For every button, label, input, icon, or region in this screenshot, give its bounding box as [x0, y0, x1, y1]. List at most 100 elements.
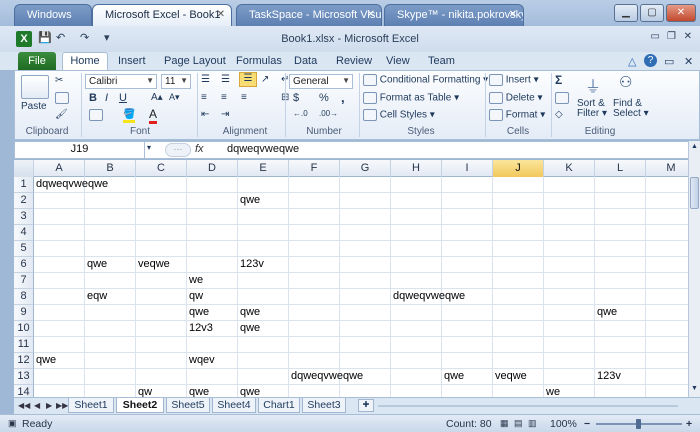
page-break-view-icon[interactable]: ▥ — [528, 418, 537, 429]
row-header-4[interactable]: 4 — [14, 225, 34, 241]
column-header-e[interactable]: E — [238, 160, 289, 177]
cell-a1[interactable]: dqweqvweqwe — [34, 177, 110, 193]
tab-view[interactable]: View — [386, 53, 410, 70]
first-sheet-icon[interactable]: ◀◀ — [18, 401, 30, 410]
align-left-icon[interactable]: ≡ — [201, 92, 207, 103]
clear-icon[interactable]: ◇ — [555, 109, 563, 120]
cell-d8[interactable]: qw — [187, 289, 205, 305]
maximize-button[interactable]: ▢ — [640, 4, 664, 22]
formula-collapse-icon[interactable]: ⋯ — [165, 143, 191, 157]
tab-page-layout[interactable]: Page Layout — [164, 53, 226, 70]
align-bottom-icon[interactable]: ☰ — [239, 72, 257, 87]
column-header-l[interactable]: L — [595, 160, 646, 177]
orientation-icon[interactable]: ↗ — [261, 74, 269, 85]
cell-b8[interactable]: eqw — [85, 289, 109, 305]
window-tab-taskspace[interactable]: TaskSpace - Microsoft Visu... ✕ — [236, 4, 382, 26]
decrease-decimal-icon[interactable]: .00→ — [319, 109, 338, 118]
zoom-in-icon[interactable]: + — [686, 418, 692, 430]
zoom-slider-handle[interactable] — [636, 419, 641, 429]
underline-button[interactable]: U — [119, 92, 127, 104]
column-header-k[interactable]: K — [544, 160, 595, 177]
insert-cells-button[interactable]: Insert ▾ — [489, 74, 539, 86]
zoom-out-icon[interactable]: − — [584, 418, 590, 430]
tab-home[interactable]: Home — [62, 52, 108, 71]
format-as-table-button[interactable]: Format as Table ▾ — [363, 92, 459, 104]
format-painter-icon[interactable]: 🖌 — [55, 109, 68, 120]
ribbon-minimize-icon[interactable]: ▭ — [664, 53, 674, 70]
close-button[interactable]: ✕ — [666, 4, 696, 22]
cell-d7[interactable]: we — [187, 273, 205, 289]
column-header-m[interactable]: M — [646, 160, 688, 177]
name-box[interactable]: J19 — [15, 142, 145, 158]
window-tab-windows[interactable]: Windows — [14, 4, 92, 26]
row-header-2[interactable]: 2 — [14, 193, 34, 209]
column-header-a[interactable]: A — [34, 160, 85, 177]
increase-indent-icon[interactable]: ⇥ — [221, 109, 229, 120]
close-workbook-icon[interactable]: ✕ — [684, 31, 692, 47]
sort-filter-button[interactable]: Sort & Filter ▾ — [577, 99, 607, 119]
select-all-corner[interactable] — [14, 160, 34, 177]
sheet-tab-sheet5[interactable]: Sheet5 — [166, 398, 210, 413]
find-binoculars-icon[interactable]: ⚇ — [619, 73, 632, 91]
comma-button[interactable]: , — [341, 90, 345, 105]
tab-team[interactable]: Team — [428, 53, 455, 70]
column-header-i[interactable]: I — [442, 160, 493, 177]
paste-icon[interactable] — [21, 75, 49, 99]
scrollbar-thumb[interactable] — [690, 177, 699, 209]
normal-view-icon[interactable]: ▦ — [500, 418, 509, 429]
collapse-ribbon-icon[interactable]: △ — [628, 53, 636, 70]
align-middle-icon[interactable]: ☰ — [221, 74, 230, 85]
sheet-tab-sheet4[interactable]: Sheet4 — [212, 398, 256, 413]
cell-b6[interactable]: qwe — [85, 257, 109, 273]
row-header-7[interactable]: 7 — [14, 273, 34, 289]
cell-h8[interactable]: dqweqvweqwe — [391, 289, 467, 305]
help-icon[interactable]: ? — [644, 54, 657, 67]
italic-button[interactable]: I — [105, 92, 108, 104]
column-header-b[interactable]: B — [85, 160, 136, 177]
fill-icon[interactable] — [555, 92, 569, 104]
sheet-tab-sheet3[interactable]: Sheet3 — [302, 398, 346, 413]
cell-l9[interactable]: qwe — [595, 305, 619, 321]
sheet-tab-chart1[interactable]: Chart1 — [258, 398, 300, 413]
name-box-dropdown-icon[interactable]: ▾ — [147, 143, 151, 152]
column-header-g[interactable]: G — [340, 160, 391, 177]
row-header-9[interactable]: 9 — [14, 305, 34, 321]
number-format-select[interactable]: General ▼ — [289, 74, 353, 89]
row-header-3[interactable]: 3 — [14, 209, 34, 225]
conditional-formatting-button[interactable]: Conditional Formatting ▾ — [363, 74, 488, 86]
cell-k14[interactable]: we — [544, 385, 562, 397]
ribbon-close-icon[interactable]: ✕ — [684, 53, 693, 70]
cell-c6[interactable]: veqwe — [136, 257, 172, 273]
tab-formulas[interactable]: Formulas — [236, 53, 282, 70]
cell-j13[interactable]: veqwe — [493, 369, 529, 385]
tab-file[interactable]: File — [18, 52, 56, 70]
shrink-font-icon[interactable]: A▾ — [169, 92, 180, 103]
currency-button[interactable]: $ — [293, 92, 299, 104]
page-layout-view-icon[interactable]: ▤ — [514, 418, 523, 429]
prev-sheet-icon[interactable]: ◀ — [34, 401, 40, 410]
find-select-button[interactable]: Find & Select ▾ — [613, 99, 649, 119]
window-tab-skype[interactable]: Skype™ - nikita.pokrovsky ✕ — [384, 4, 524, 26]
close-icon[interactable]: ✕ — [367, 9, 375, 20]
paste-button[interactable]: Paste — [21, 101, 47, 112]
insert-sheet-icon[interactable]: ✚ — [358, 399, 374, 412]
cell-f13[interactable]: dqweqvweqwe — [289, 369, 365, 385]
cell-d9[interactable]: qwe — [187, 305, 211, 321]
tab-insert[interactable]: Insert — [118, 53, 146, 70]
row-header-6[interactable]: 6 — [14, 257, 34, 273]
column-header-c[interactable]: C — [136, 160, 187, 177]
tab-review[interactable]: Review — [336, 53, 372, 70]
font-color-icon[interactable]: A — [149, 107, 158, 124]
percent-button[interactable]: % — [319, 92, 329, 104]
grow-font-icon[interactable]: A▴ — [151, 92, 163, 103]
column-header-h[interactable]: H — [391, 160, 442, 177]
minimize-ribbon-icon[interactable]: ▭ — [651, 31, 660, 47]
cell-e2[interactable]: qwe — [238, 193, 262, 209]
formula-input[interactable]: dqweqvweqwe — [227, 143, 299, 155]
minimize-button[interactable]: ▁ — [614, 4, 638, 22]
decrease-indent-icon[interactable]: ⇤ — [201, 109, 209, 120]
cell-styles-button[interactable]: Cell Styles ▾ — [363, 109, 435, 121]
cell-e6[interactable]: 123v — [238, 257, 266, 273]
row-header-11[interactable]: 11 — [14, 337, 34, 353]
row-header-8[interactable]: 8 — [14, 289, 34, 305]
